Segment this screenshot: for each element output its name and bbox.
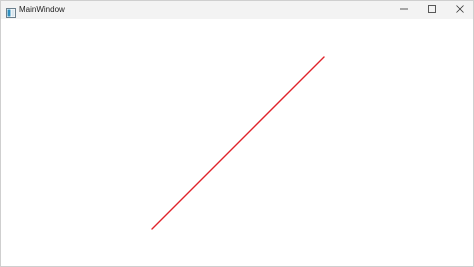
maximize-button[interactable] xyxy=(418,1,446,19)
red-diagonal-line xyxy=(151,56,325,230)
close-icon xyxy=(455,1,465,19)
close-button[interactable] xyxy=(446,1,474,19)
canvas-drawing xyxy=(151,56,325,230)
maximize-icon xyxy=(427,1,437,19)
minimize-button[interactable] xyxy=(390,1,418,19)
main-window: MainWindow xyxy=(0,0,474,267)
title-bar[interactable]: MainWindow xyxy=(1,1,473,19)
window-title: MainWindow xyxy=(19,5,65,14)
app-window-icon xyxy=(6,5,16,18)
minimize-icon xyxy=(399,1,409,19)
drawing-canvas[interactable] xyxy=(1,19,473,266)
